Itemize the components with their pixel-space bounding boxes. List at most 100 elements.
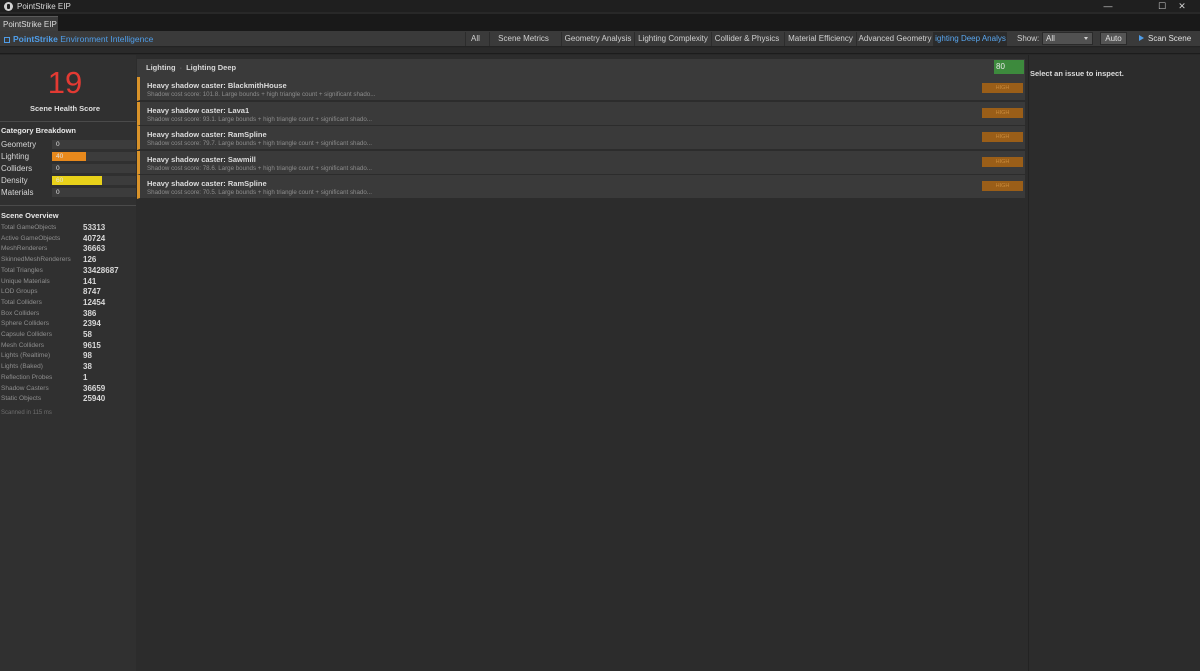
app-logo-icon [4,1,13,11]
overview-label: Total Triangles [1,266,43,274]
overview-value: 126 [83,255,97,265]
issue-description: Shadow cost score: 70.5. Large bounds + … [147,189,372,196]
tab-material-efficiency[interactable]: Material Efficiency [784,32,856,46]
category-row-materials: Materials 0 [1,187,136,198]
inspector-panel: Select an issue to inspect. [1028,55,1200,671]
overview-value: 12454 [83,297,106,307]
window-title: PointStrike EIP [17,1,71,11]
show-filter-value: All [1046,34,1055,43]
overview-row: Total GameObjects 53313 [1,223,136,235]
severity-badge: HIGH [982,83,1023,93]
breadcrumb: Lighting·Lighting Deep Analysis 80 [137,59,1025,77]
tab-collider-physics[interactable]: Collider & Physics [711,32,782,46]
divider [0,121,136,122]
auto-button[interactable]: Auto [1100,32,1127,45]
show-filter-select[interactable]: All [1042,32,1093,45]
issue-title: Heavy shadow caster: RamSpline [147,179,267,188]
issue-description: Shadow cost score: 101.8. Large bounds +… [147,91,376,98]
issue-row[interactable]: Heavy shadow caster: RamSpline Shadow co… [137,175,1025,199]
category-label: Density [1,176,28,185]
tab-geometry-analysis[interactable]: Geometry Analysis [561,32,634,46]
toolbar: PointStrike Environment Intelligence All… [0,31,1200,47]
category-bar: 40 [52,152,136,161]
issue-row[interactable]: Heavy shadow caster: Sawmill Shadow cost… [137,150,1025,175]
issue-row[interactable]: Heavy shadow caster: BlackmithHouse Shad… [137,77,1025,101]
health-score: 19 [47,65,83,100]
overview-row: Total Colliders 12454 [1,297,136,310]
scan-scene-button[interactable]: Scan Scene [1133,32,1197,45]
issue-description: Shadow cost score: 93.1. Large bounds + … [147,115,372,123]
overview-label: Active GameObjects [1,234,61,242]
overview-value: 25940 [83,394,106,404]
overview-label: Sphere Colliders [1,320,50,328]
overview-label: Capsule Colliders [1,331,52,338]
issue-title: Heavy shadow caster: Sawmill [147,154,256,164]
issue-row[interactable]: Heavy shadow caster: RamSpline Shadow co… [137,126,1025,150]
category-label: Materials [1,188,34,197]
severity-badge: HIGH [982,156,1023,167]
tab-scene-metrics[interactable]: Scene Metrics [489,32,557,46]
scene-overview-title: Scene Overview [1,211,59,220]
tab-advanced-geometry[interactable]: Advanced Geometry [856,32,933,46]
issue-description: Shadow cost score: 79.7. Large bounds + … [147,140,372,147]
overview-value: 36659 [83,383,106,393]
overview-value: 38 [83,362,92,372]
app-window: PointStrike EIP — ☐ ✕ PointStrike EIP Po… [0,0,1200,671]
overview-label: SkinnedMeshRenderers [1,256,71,264]
overview-row: Capsule Colliders 58 [1,330,136,342]
overview-label: Total Colliders [1,298,42,306]
editor-tab[interactable]: PointStrike EIP [0,16,58,31]
category-row-colliders: Colliders 0 [1,163,136,174]
show-filter-label: Show: [1017,34,1040,43]
breadcrumb-leaf: Lighting Deep Analysis [186,63,238,72]
tab-lighting-deep-analysis[interactable]: ighting Deep Analys [933,32,1007,46]
tab-all[interactable]: All [465,32,485,46]
category-value: 0 [56,165,60,172]
overview-value: 53313 [83,223,106,232]
category-value: 0 [56,189,60,196]
breadcrumb-text: Lighting·Lighting Deep Analysis [146,63,238,72]
breadcrumb-separator: · [179,63,183,72]
overview-value: 386 [83,308,97,318]
issue-row[interactable]: Heavy shadow caster: Lava1 Shadow cost s… [137,101,1025,126]
health-score-label: Scene Health Score [29,104,101,113]
overview-label: Box Colliders [1,309,40,317]
scan-scene-label: Scan Scene [1148,34,1192,43]
overview-label: Static Objects [1,395,42,403]
overview-label: MeshRenderers [1,245,48,253]
issue-title: Heavy shadow caster: BlackmithHouse [147,81,287,90]
overview-value: 9615 [83,340,101,350]
category-breakdown-title: Category Breakdown [1,126,77,135]
overview-row: Box Colliders 386 [1,308,136,321]
overview-row: Lights (Realtime) 98 [1,351,136,363]
overview-row: MeshRenderers 36663 [1,244,136,256]
toolbar-divider [0,48,1200,54]
overview-row: Mesh Colliders 9615 [1,340,136,353]
category-label: Geometry [1,140,37,149]
category-value: 0 [56,141,60,148]
tab-lighting-complexity[interactable]: Lighting Complexity [634,32,711,46]
overview-row: Static Objects 25940 [1,394,136,406]
overview-row: Unique Materials 141 [1,277,136,289]
overview-value: 58 [83,330,92,339]
brand-name: PointStrike [13,34,58,44]
issue-title: Heavy shadow caster: Lava1 [147,105,250,115]
category-label: Colliders [1,164,33,173]
breadcrumb-root: Lighting [146,63,176,72]
editor-tab-strip: PointStrike EIP [0,14,1200,31]
overview-row: Lights (Baked) 38 [1,362,136,374]
severity-badge: HIGH [982,107,1023,118]
overview-row: Active GameObjects 40724 [1,234,136,246]
category-row-lighting: Lighting 40 [1,151,136,162]
category-bar: 60 [52,176,136,185]
overview-label: Total GameObjects [1,224,57,231]
minimize-icon[interactable]: — [1090,0,1126,12]
severity-badge: HIGH [982,132,1023,142]
overview-label: Shadow Casters [1,384,49,392]
overview-value: 33428687 [83,265,119,275]
category-score-badge: 80 [994,60,1024,74]
close-icon[interactable]: ✕ [1164,0,1200,12]
overview-row: Shadow Casters 36659 [1,383,136,396]
overview-row: Total Triangles 33428687 [1,265,136,278]
summary-sidebar: 19 Scene Health Score Category Breakdown… [0,55,136,671]
